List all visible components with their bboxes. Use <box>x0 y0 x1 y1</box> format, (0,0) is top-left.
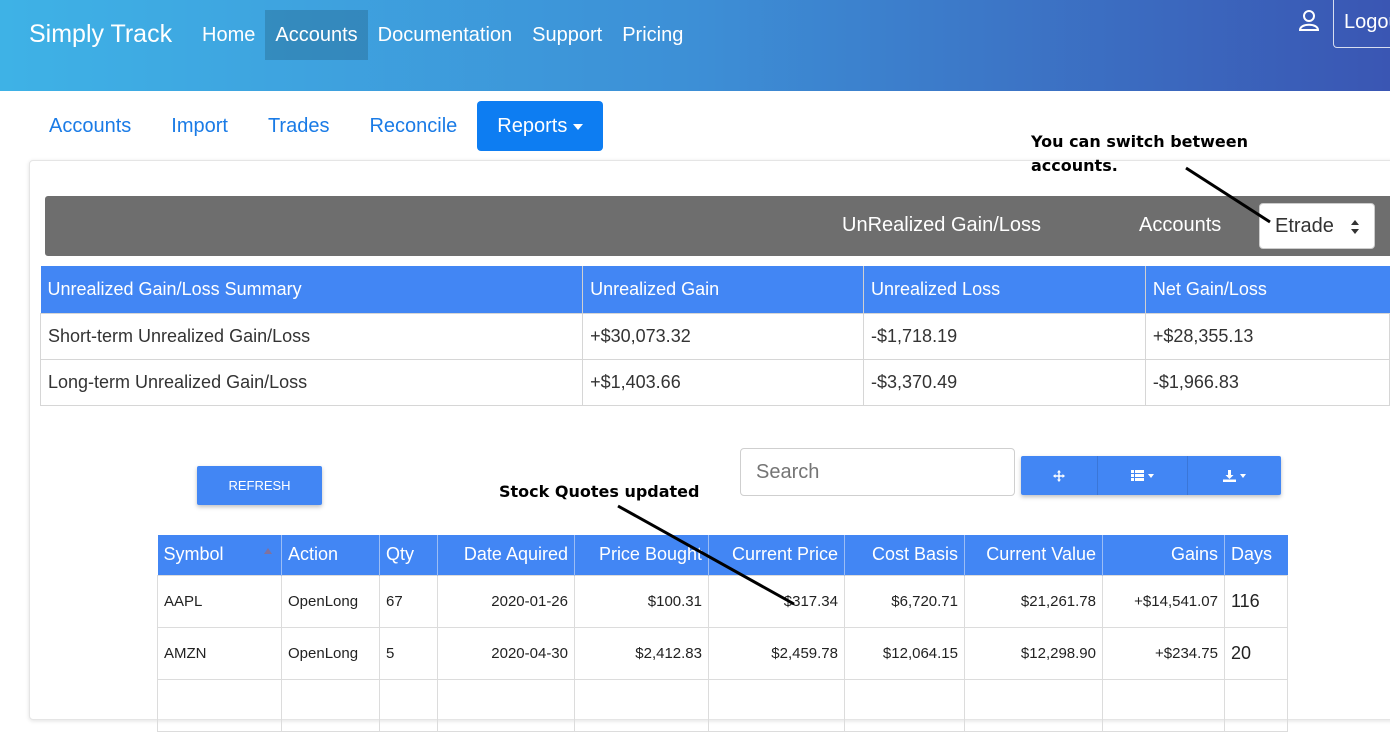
summary-loss-value: -$3,370.49 <box>863 358 1146 406</box>
nav-home[interactable]: Home <box>192 10 265 60</box>
cell-days: 20 <box>1224 626 1288 680</box>
reports-dropdown-button[interactable]: Reports <box>477 101 604 151</box>
col-date-acquired[interactable]: Date Aquired <box>437 535 575 575</box>
cell-date-acquired: 2020-01-26 <box>437 574 575 628</box>
col-symbol[interactable]: Symbol <box>157 535 282 575</box>
nav-accounts[interactable]: Accounts <box>265 10 368 60</box>
subnav-accounts[interactable]: Accounts <box>29 101 151 151</box>
unrealized-summary-table: Unrealized Gain/Loss Summary Unrealized … <box>39 266 1390 406</box>
export-dropdown-button[interactable] <box>1188 456 1281 495</box>
brand-logo[interactable]: Simply Track <box>29 20 172 49</box>
cell-current-price: $2,459.78 <box>708 626 845 680</box>
cell-current-value: $21,261.78 <box>964 574 1103 628</box>
cell-symbol: AMZN <box>157 626 282 680</box>
subnav-reconcile[interactable]: Reconcile <box>349 101 477 151</box>
col-qty[interactable]: Qty <box>379 535 438 575</box>
main-nav: Home Accounts Documentation Support Pric… <box>192 10 693 60</box>
cell-gains: +$234.75 <box>1102 626 1225 680</box>
cell-days: 116 <box>1224 574 1288 628</box>
cell-date-acquired: 2020-04-30 <box>437 626 575 680</box>
summary-row-long-term: Long-term Unrealized Gain/Loss +$1,403.6… <box>39 358 1390 406</box>
caret-down-icon <box>1148 473 1154 478</box>
summary-gain-value: +$1,403.66 <box>582 358 865 406</box>
cell-qty: 5 <box>379 626 438 680</box>
col-action[interactable]: Action <box>281 535 380 575</box>
nav-pricing[interactable]: Pricing <box>612 10 693 60</box>
top-navbar: Simply Track Home Accounts Documentation… <box>0 0 1390 91</box>
sub-nav: Accounts Import Trades Reconcile Reports <box>29 101 604 151</box>
table-row[interactable] <box>157 678 1288 732</box>
summary-col-loss: Unrealized Loss <box>863 266 1146 313</box>
cell-price-bought: $2,412.83 <box>574 626 709 680</box>
summary-row-label: Long-term Unrealized Gain/Loss <box>39 358 584 406</box>
nav-support[interactable]: Support <box>522 10 612 60</box>
summary-gain-value: +$30,073.32 <box>582 312 865 360</box>
search-input[interactable] <box>740 448 1015 496</box>
caret-down-icon <box>573 124 584 130</box>
cell-action: OpenLong <box>281 626 380 680</box>
select-arrows-icon <box>1351 220 1359 234</box>
report-title: UnRealized Gain/Loss <box>842 214 1041 236</box>
col-days[interactable]: Days <box>1224 535 1288 575</box>
summary-loss-value: -$1,718.19 <box>863 312 1146 360</box>
account-select-value: Etrade <box>1275 215 1334 237</box>
move-button[interactable] <box>1021 456 1098 495</box>
download-icon <box>1223 469 1236 482</box>
columns-icon <box>1131 470 1144 481</box>
sort-asc-icon <box>263 548 272 554</box>
reports-label: Reports <box>497 115 568 137</box>
logout-button[interactable]: Logout <box>1333 0 1390 48</box>
cell-gains: +$14,541.07 <box>1102 574 1225 628</box>
cell-action: OpenLong <box>281 574 380 628</box>
summary-header-row: Unrealized Gain/Loss Summary Unrealized … <box>40 266 1390 313</box>
cell-cost-basis: $6,720.71 <box>844 574 965 628</box>
cell-cost-basis: $12,064.15 <box>844 626 965 680</box>
table-tools-group <box>1021 456 1281 495</box>
col-gains[interactable]: Gains <box>1102 535 1225 575</box>
summary-col-net: Net Gain/Loss <box>1145 266 1390 313</box>
subnav-trades[interactable]: Trades <box>248 101 350 151</box>
summary-net-value: -$1,966.83 <box>1144 358 1390 406</box>
move-icon <box>1053 469 1065 482</box>
col-current-value[interactable]: Current Value <box>964 535 1103 575</box>
subnav-import[interactable]: Import <box>151 101 248 151</box>
summary-col-summary: Unrealized Gain/Loss Summary <box>40 266 584 313</box>
summary-row-label: Short-term Unrealized Gain/Loss <box>39 312 584 360</box>
summary-net-value: +$28,355.13 <box>1144 312 1390 360</box>
cell-current-value: $12,298.90 <box>964 626 1103 680</box>
columns-dropdown-button[interactable] <box>1098 456 1188 495</box>
user-icon[interactable] <box>1298 9 1320 31</box>
annotation-arrow-accounts <box>1185 166 1271 224</box>
cell-symbol: AAPL <box>157 574 282 628</box>
nav-documentation[interactable]: Documentation <box>368 10 523 60</box>
table-row[interactable]: AMZN OpenLong 5 2020-04-30 $2,412.83 $2,… <box>157 626 1288 680</box>
col-symbol-label: Symbol <box>163 544 224 565</box>
refresh-button[interactable]: REFRESH <box>197 466 322 505</box>
summary-col-gain: Unrealized Gain <box>582 266 865 313</box>
caret-down-icon <box>1240 473 1246 478</box>
cell-qty: 67 <box>379 574 438 628</box>
annotation-arrow-quotes <box>617 504 795 606</box>
col-cost-basis[interactable]: Cost Basis <box>844 535 965 575</box>
summary-row-short-term: Short-term Unrealized Gain/Loss +$30,073… <box>39 312 1390 360</box>
